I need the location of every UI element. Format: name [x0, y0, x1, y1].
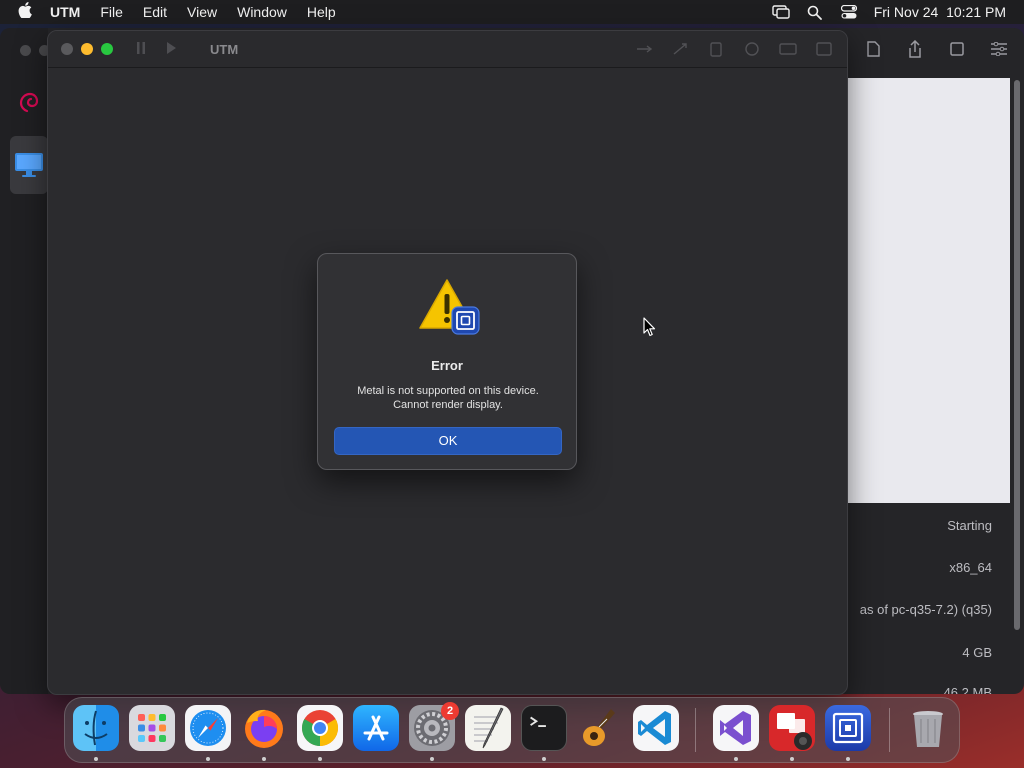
minimize-window-button[interactable]: [81, 43, 93, 55]
utm-app-icon[interactable]: [825, 705, 871, 751]
vm-control-buttons: [137, 41, 176, 57]
close-window-button[interactable]: [61, 43, 73, 55]
launchpad-icon[interactable]: [129, 705, 175, 751]
usb-icon[interactable]: [635, 41, 653, 57]
resize-display-icon[interactable]: [815, 41, 833, 57]
menu-window[interactable]: Window: [227, 0, 297, 24]
error-alert-dialog: Error Metal is not supported on this dev…: [317, 253, 577, 470]
vm-window-title: UTM: [210, 41, 239, 57]
vm-display-toolbar: [635, 41, 833, 57]
visual-studio-icon[interactable]: [713, 705, 759, 751]
menu-bar: UTM File Edit View Window Help Fri Nov 2…: [0, 0, 1024, 24]
mouse-pointer-icon: [643, 317, 657, 337]
zoom-window-button[interactable]: [101, 43, 113, 55]
details-scrollbar[interactable]: [1014, 80, 1020, 630]
alert-title: Error: [431, 358, 463, 373]
vm-memory-value: 4 GB: [962, 645, 992, 660]
vm-architecture-value: x86_64: [949, 560, 992, 575]
play-icon[interactable]: [167, 41, 176, 57]
safari-icon[interactable]: [185, 705, 231, 751]
bg-toolbar: [864, 40, 1008, 58]
menu-help[interactable]: Help: [297, 0, 346, 24]
menu-bar-clock[interactable]: Fri Nov 24 10:21 PM: [874, 4, 1006, 20]
trash-icon[interactable]: [905, 705, 951, 751]
spotlight-search-icon[interactable]: [806, 4, 824, 20]
system-settings-badge: 2: [441, 702, 459, 720]
terminal-icon[interactable]: [521, 705, 567, 751]
share-icon[interactable]: [906, 40, 924, 58]
vm-display-titlebar: UTM: [48, 31, 847, 68]
alert-message: Metal is not supported on this device. C…: [328, 384, 568, 412]
app-store-icon[interactable]: [353, 705, 399, 751]
menu-view[interactable]: View: [177, 0, 227, 24]
dock: [64, 697, 960, 763]
drive-icon[interactable]: [671, 41, 689, 57]
capture-input-icon[interactable]: [743, 41, 761, 57]
window-controls: [61, 43, 113, 55]
vscode-icon[interactable]: [633, 705, 679, 751]
stop-icon[interactable]: [948, 40, 966, 58]
screen-mirroring-icon[interactable]: [772, 4, 790, 20]
settings-sliders-icon[interactable]: [990, 40, 1008, 58]
bg-window-controls: [20, 45, 50, 56]
chrome-icon[interactable]: [297, 705, 343, 751]
ok-button[interactable]: OK: [334, 427, 562, 455]
pause-icon[interactable]: [137, 41, 145, 57]
textedit-icon[interactable]: [465, 705, 511, 751]
alert-message-line-2: Cannot render display.: [393, 399, 503, 411]
vm-status-value: Starting: [947, 518, 992, 533]
control-center-icon[interactable]: [840, 4, 858, 20]
menu-edit[interactable]: Edit: [133, 0, 177, 24]
apple-icon[interactable]: [0, 1, 40, 23]
vm-machine-value: as of pc-q35-7.2) (q35): [859, 602, 992, 617]
clone-icon[interactable]: [864, 40, 882, 58]
menu-utm[interactable]: UTM: [40, 0, 90, 24]
vm-item-display-icon[interactable]: [10, 136, 48, 194]
vm-sidebar: [0, 28, 50, 694]
photo-booth-icon[interactable]: [769, 705, 815, 751]
menu-file[interactable]: File: [90, 0, 133, 24]
debian-logo-icon[interactable]: [14, 88, 44, 118]
firefox-icon[interactable]: [241, 705, 287, 751]
keyboard-icon[interactable]: [779, 41, 797, 57]
finder-icon[interactable]: [73, 705, 119, 751]
vm-screenshot-preview: [848, 78, 1010, 503]
alert-message-line-1: Metal is not supported on this device.: [357, 385, 539, 397]
clipboard-icon[interactable]: [707, 41, 725, 57]
warning-utm-icon: [418, 278, 480, 336]
vm-size-value: 46.2 MB: [943, 685, 992, 694]
garageband-icon[interactable]: [577, 705, 623, 751]
